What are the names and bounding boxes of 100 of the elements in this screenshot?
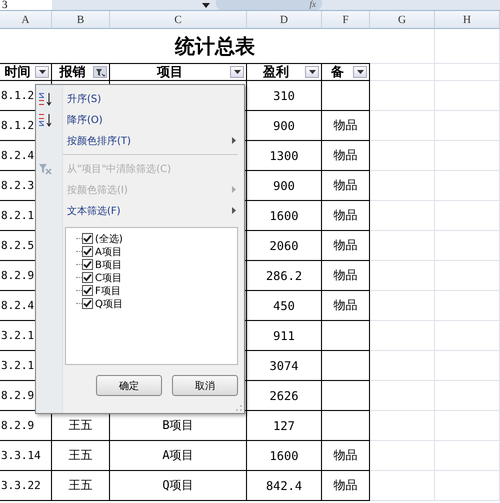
- column-header[interactable]: D: [247, 11, 322, 29]
- empty-cell[interactable]: [370, 381, 435, 411]
- empty-cell[interactable]: [435, 81, 500, 111]
- checkbox-label[interactable]: Q项目: [95, 296, 123, 310]
- empty-cell[interactable]: [435, 111, 500, 141]
- table-cell: 3.3.14: [0, 441, 52, 471]
- table-cell: A项目: [110, 441, 247, 471]
- empty-cell[interactable]: [370, 81, 435, 111]
- table-cell: 1600: [247, 441, 322, 471]
- table-cell: 900: [247, 171, 322, 201]
- menu-item[interactable]: 文本筛选(F): [63, 200, 238, 221]
- empty-cell[interactable]: [370, 171, 435, 201]
- empty-cell[interactable]: [370, 261, 435, 291]
- dialog-button[interactable]: 确定: [96, 375, 162, 396]
- resize-grip-icon[interactable]: [236, 405, 242, 411]
- checkbox-label[interactable]: C项目: [95, 270, 122, 284]
- table-header: 盈利: [262, 63, 290, 81]
- empty-cell[interactable]: [370, 321, 435, 351]
- table-cell: 物品: [322, 111, 370, 141]
- table-cell: 物品: [322, 141, 370, 171]
- filter-button[interactable]: [93, 66, 107, 78]
- dropdown-arrow-icon: [234, 70, 240, 74]
- dropdown-icon[interactable]: [202, 2, 210, 8]
- dropdown-arrow-icon: [308, 70, 316, 74]
- empty-cell[interactable]: [435, 171, 500, 201]
- empty-cell[interactable]: [370, 201, 435, 231]
- empty-cell[interactable]: [370, 441, 435, 471]
- table-cell: 物品: [322, 171, 370, 201]
- table-cell: [322, 321, 370, 351]
- table-cell: 物品: [322, 261, 370, 291]
- empty-cell[interactable]: [435, 261, 500, 291]
- column-header[interactable]: A: [0, 11, 52, 29]
- checkbox-label[interactable]: B项目: [95, 258, 122, 272]
- checkbox-label[interactable]: F项目: [95, 284, 121, 298]
- table-cell: 2060: [247, 231, 322, 261]
- table-cell: [322, 351, 370, 381]
- table-cell: 物品: [322, 291, 370, 321]
- empty-cell[interactable]: [370, 411, 435, 441]
- checkbox-label[interactable]: (全选): [95, 232, 123, 246]
- filter-button[interactable]: [305, 66, 319, 78]
- filter-button[interactable]: [35, 66, 49, 78]
- column-header[interactable]: F: [322, 11, 370, 29]
- table-cell: 王五: [52, 471, 110, 501]
- menu-item[interactable]: 按颜色排序(T): [63, 130, 238, 151]
- empty-cell[interactable]: [435, 201, 500, 231]
- checkbox[interactable]: [82, 246, 93, 257]
- table-cell: 物品: [322, 441, 370, 471]
- table-cell: 1600: [247, 201, 322, 231]
- table-cell: 127: [247, 411, 322, 441]
- table-cell: [322, 381, 370, 411]
- empty-cell[interactable]: [370, 471, 435, 501]
- empty-cell[interactable]: [370, 291, 435, 321]
- empty-cell[interactable]: [435, 231, 500, 261]
- empty-cell[interactable]: [370, 141, 435, 171]
- empty-cell[interactable]: [435, 321, 500, 351]
- table-cell: 286.2: [247, 261, 322, 291]
- checkbox[interactable]: [82, 233, 93, 244]
- function-button[interactable]: fx: [216, 0, 322, 10]
- table-cell: 物品: [322, 471, 370, 501]
- dropdown-arrow-icon: [38, 70, 46, 74]
- empty-cell[interactable]: [435, 381, 500, 411]
- empty-cell[interactable]: [435, 64, 500, 81]
- table-cell: 310: [247, 81, 322, 111]
- filter-icon: [94, 68, 106, 76]
- empty-cell[interactable]: [435, 441, 500, 471]
- table-cell: 911: [247, 321, 322, 351]
- sort-ascending-icon: [38, 92, 52, 106]
- checkbox-label[interactable]: A项目: [95, 244, 122, 258]
- name-box[interactable]: 3: [0, 0, 52, 10]
- checkbox[interactable]: [82, 259, 93, 270]
- empty-cell[interactable]: [435, 411, 500, 441]
- empty-cell[interactable]: [435, 291, 500, 321]
- column-header[interactable]: C: [110, 11, 247, 29]
- empty-cell[interactable]: [370, 29, 435, 64]
- table-cell: 842.4: [247, 471, 322, 501]
- checkbox[interactable]: [82, 272, 93, 283]
- empty-cell[interactable]: [370, 231, 435, 261]
- menu-item[interactable]: 降序(O): [63, 109, 238, 130]
- empty-cell[interactable]: [370, 64, 435, 81]
- table-cell: 900: [247, 111, 322, 141]
- table-cell: 物品: [322, 231, 370, 261]
- filter-button[interactable]: [230, 66, 244, 78]
- empty-cell[interactable]: [370, 351, 435, 381]
- empty-cell[interactable]: [370, 111, 435, 141]
- column-header[interactable]: G: [370, 11, 435, 29]
- table-cell: 1300: [247, 141, 322, 171]
- empty-cell[interactable]: [435, 471, 500, 501]
- menu-item[interactable]: 升序(S): [63, 88, 238, 109]
- empty-cell[interactable]: [435, 351, 500, 381]
- empty-cell[interactable]: [435, 141, 500, 171]
- checkbox[interactable]: [82, 298, 93, 309]
- empty-cell[interactable]: [435, 29, 500, 64]
- dialog-button[interactable]: 取消: [172, 375, 238, 396]
- table-header: 项目: [156, 63, 184, 81]
- table-header: 备: [330, 63, 345, 81]
- checkbox[interactable]: [82, 285, 93, 296]
- column-header[interactable]: H: [435, 11, 500, 29]
- table-cell: 王五: [52, 441, 110, 471]
- filter-button[interactable]: [353, 66, 367, 78]
- column-header[interactable]: B: [52, 11, 110, 29]
